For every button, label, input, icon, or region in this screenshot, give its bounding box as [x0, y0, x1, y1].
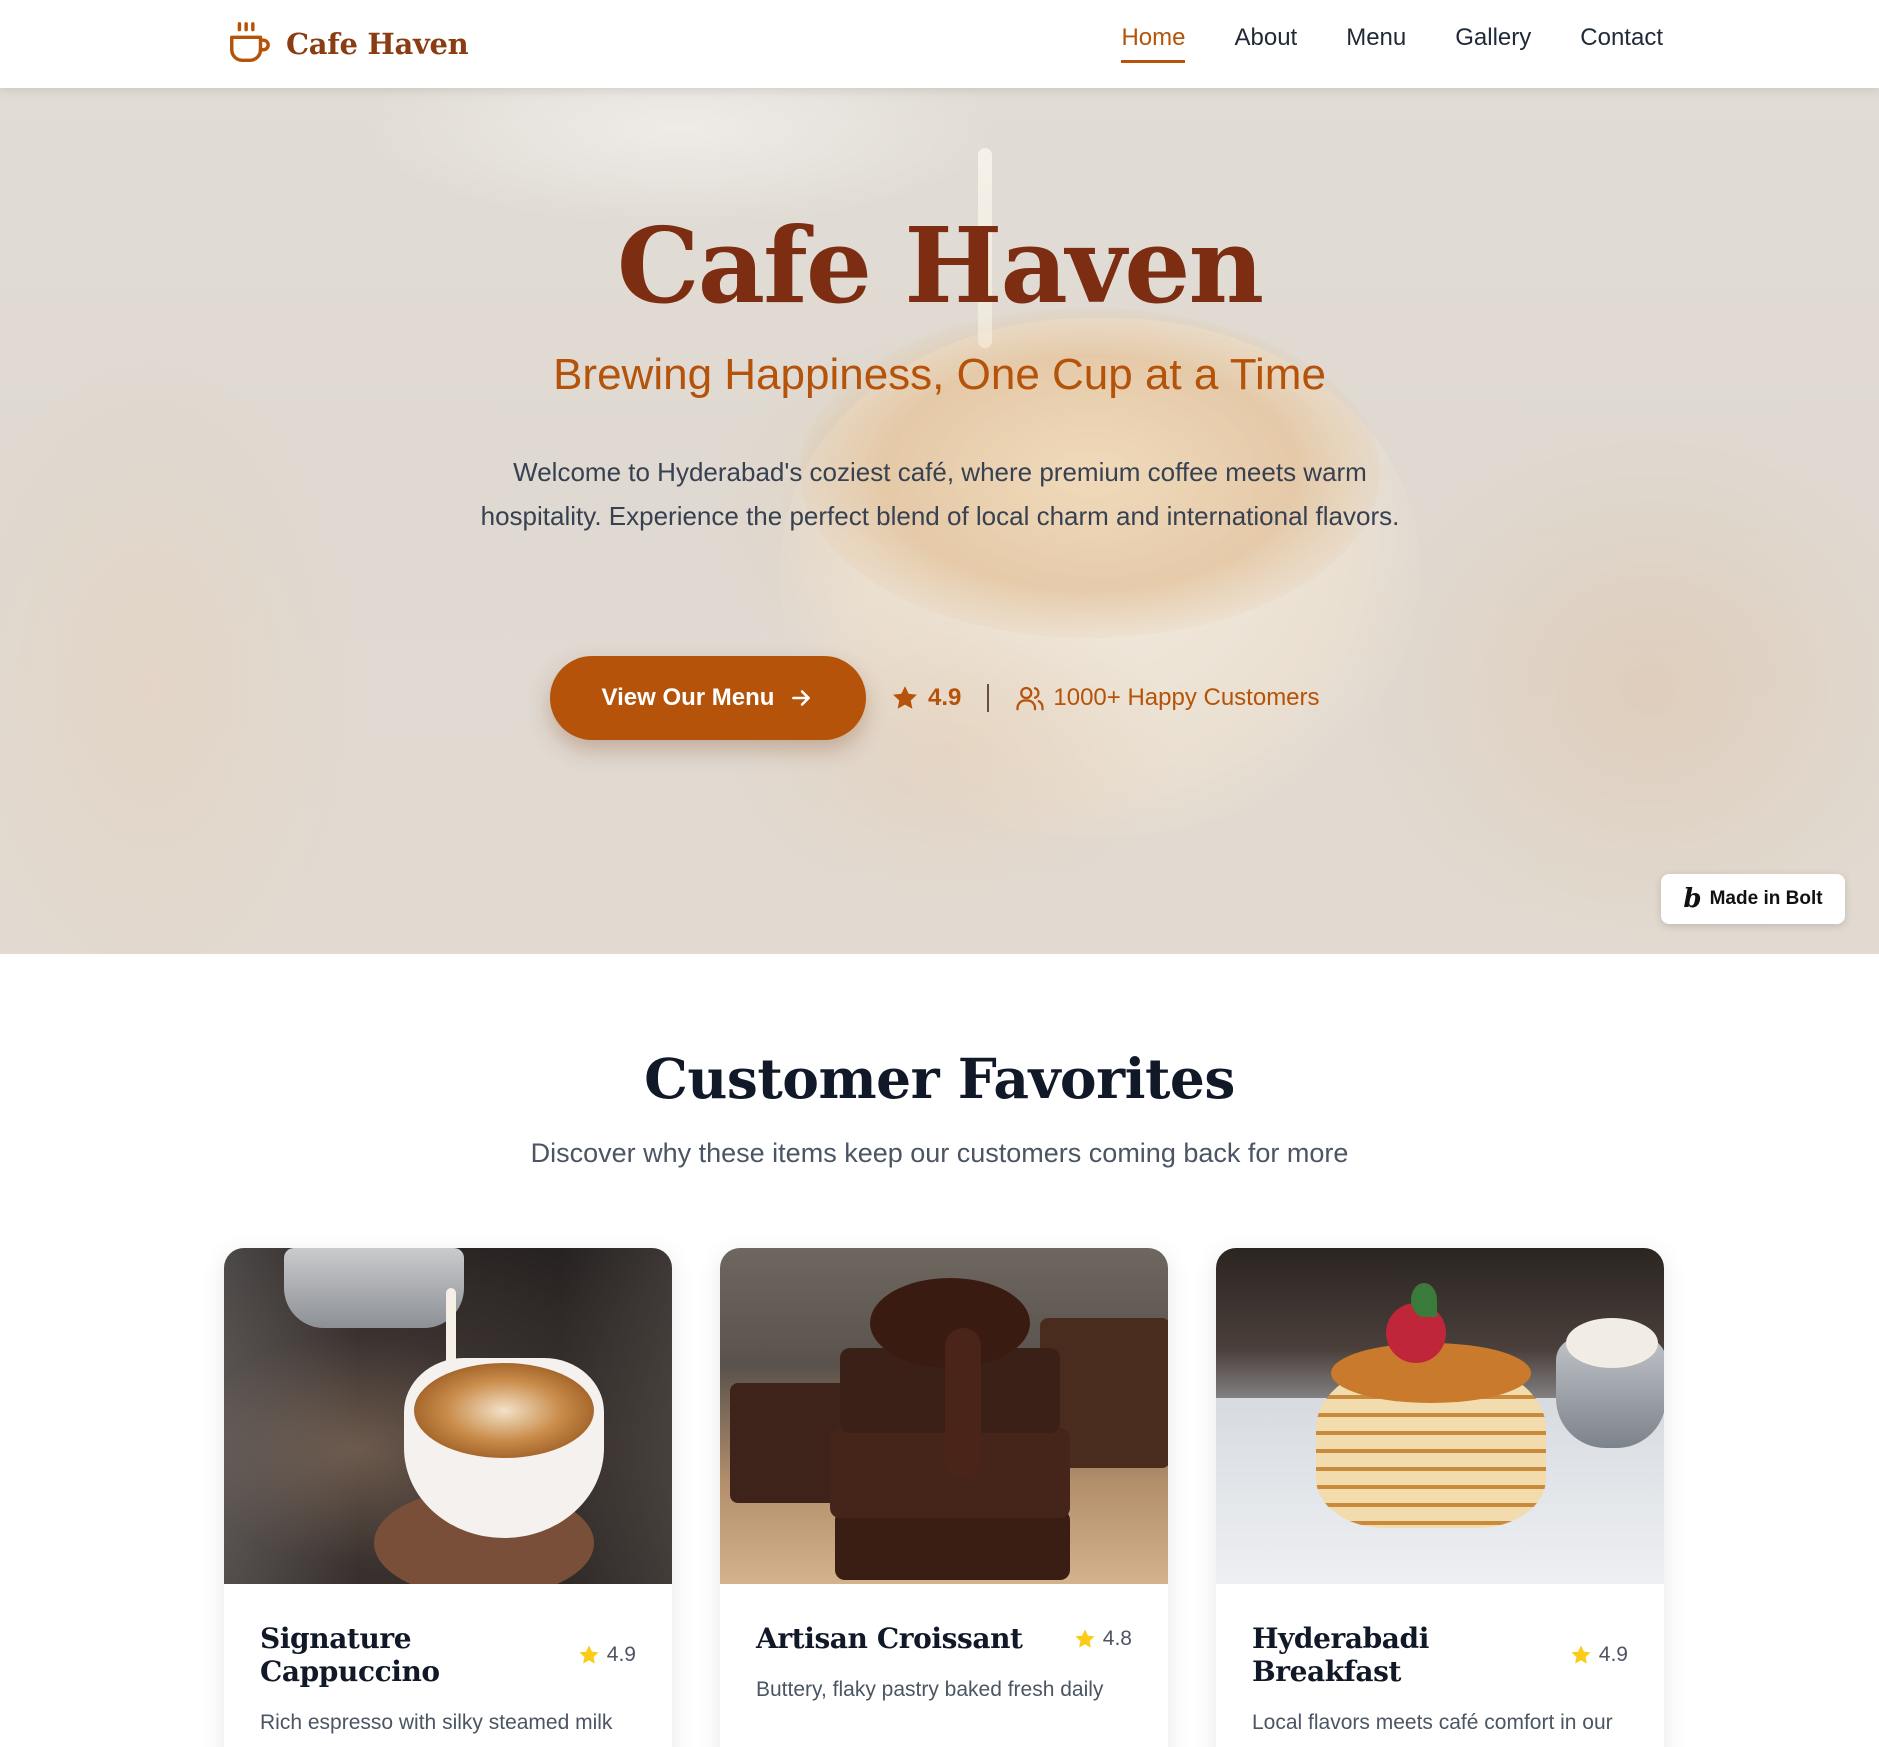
view-menu-button[interactable]: View Our Menu — [550, 656, 866, 740]
star-icon — [579, 1645, 599, 1664]
croissant-image — [720, 1248, 1168, 1584]
favorite-card[interactable]: Artisan Croissant 4.8 Buttery, flaky pas… — [720, 1248, 1168, 1747]
nav-link-home[interactable]: Home — [1121, 22, 1186, 63]
card-body: Artisan Croissant 4.8 Buttery, flaky pas… — [720, 1584, 1168, 1707]
card-header: Artisan Croissant 4.8 — [756, 1622, 1132, 1655]
item-rating-value: 4.9 — [1598, 1643, 1628, 1666]
card-header: Signature Cappuccino 4.9 — [260, 1622, 636, 1688]
view-menu-button-label: View Our Menu — [601, 684, 775, 711]
cappuccino-image — [224, 1248, 672, 1584]
hero-actions: View Our Menu 4.9 1000+ Happy Customers — [550, 656, 1320, 740]
coffee-cup-icon — [230, 22, 270, 63]
hero-stat-divider — [987, 684, 990, 712]
nav-link-gallery[interactable]: Gallery — [1455, 22, 1531, 63]
nav-link-menu[interactable]: Menu — [1346, 22, 1406, 63]
hero-section: Cafe Haven Brewing Happiness, One Cup at… — [0, 88, 1879, 954]
hero-description: Welcome to Hyderabad's coziest café, whe… — [480, 457, 1400, 531]
brownie-layer — [835, 1510, 1070, 1580]
arrow-right-icon — [792, 690, 811, 706]
nav-link-about[interactable]: About — [1234, 22, 1297, 63]
hero-tagline: Brewing Happiness, One Cup at a Time — [553, 350, 1326, 399]
nav-link-contact[interactable]: Contact — [1580, 22, 1663, 63]
star-icon — [893, 686, 917, 709]
mint-leaf — [1411, 1283, 1437, 1317]
favorites-subtitle: Discover why these items keep our custom… — [530, 1138, 1349, 1168]
hero-customers-label: 1000+ Happy Customers — [1053, 684, 1320, 711]
milk-jug — [284, 1248, 464, 1328]
brand-logo[interactable]: Cafe Haven — [226, 16, 469, 72]
made-in-bolt-label: Made in Bolt — [1709, 888, 1823, 909]
item-description: Buttery, flaky pastry baked fresh daily — [756, 1678, 1104, 1701]
hero-title: Cafe Haven — [616, 204, 1264, 327]
star-icon — [1571, 1645, 1591, 1664]
item-description: Rich espresso with silky steamed milk an… — [260, 1711, 613, 1747]
users-icon — [1016, 686, 1044, 711]
nav-links: Home About Menu Gallery Contact — [1121, 22, 1663, 63]
card-header: Hyderabadi Breakfast 4.9 — [1252, 1622, 1628, 1688]
item-rating-value: 4.9 — [606, 1643, 636, 1666]
favorite-card[interactable]: Hyderabadi Breakfast 4.9 Local flavors m… — [1216, 1248, 1664, 1747]
item-name: Signature Cappuccino — [260, 1622, 440, 1688]
item-rating: 4.9 — [577, 1643, 636, 1667]
top-nav: Cafe Haven Home About Menu Gallery Conta… — [0, 0, 1879, 88]
hero-rating: 4.9 — [890, 683, 961, 713]
chocolate-drip — [945, 1328, 981, 1478]
item-name: Hyderabadi Breakfast — [1252, 1622, 1429, 1688]
hero-customers: 1000+ Happy Customers — [1015, 683, 1320, 713]
item-rating: 4.8 — [1073, 1627, 1132, 1651]
cream — [1566, 1318, 1658, 1368]
star-icon — [1075, 1629, 1095, 1648]
hero-rating-value: 4.9 — [928, 684, 962, 711]
item-rating-value: 4.8 — [1102, 1626, 1132, 1650]
favorite-card[interactable]: Signature Cappuccino 4.9 Rich espresso w… — [224, 1248, 672, 1747]
latte-art — [414, 1363, 594, 1458]
item-description: Local flavors meets café comfort in our … — [1252, 1711, 1613, 1747]
brand-name: Cafe Haven — [286, 27, 469, 61]
made-in-bolt-badge[interactable]: b Made in Bolt — [1661, 874, 1845, 924]
item-rating: 4.9 — [1569, 1643, 1628, 1667]
item-name: Artisan Croissant — [756, 1622, 1023, 1655]
favorites-title: Customer Favorites — [644, 1046, 1235, 1111]
bolt-logo-icon: b — [1683, 884, 1702, 914]
breakfast-image — [1216, 1248, 1664, 1584]
card-body: Signature Cappuccino 4.9 Rich espresso w… — [224, 1584, 672, 1747]
card-body: Hyderabadi Breakfast 4.9 Local flavors m… — [1216, 1584, 1664, 1747]
